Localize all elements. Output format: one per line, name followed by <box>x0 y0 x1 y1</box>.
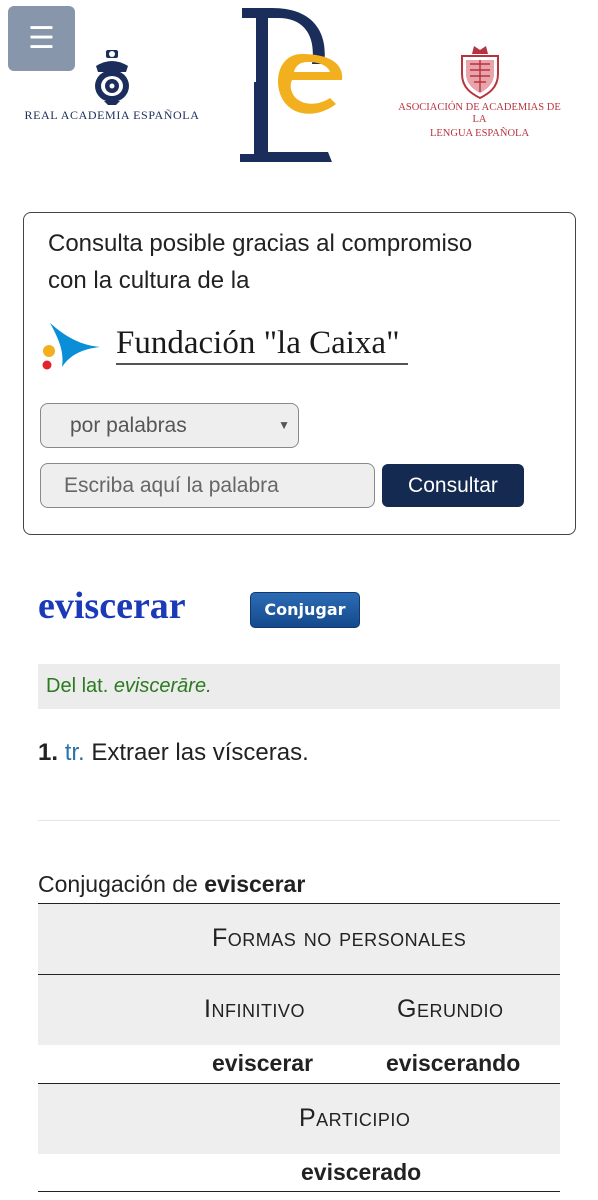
participle-value: eviscerado <box>301 1159 422 1185</box>
conjugar-button[interactable]: Conjugar <box>250 592 360 628</box>
definition-number: 1. <box>38 739 59 766</box>
asale-name-line2: LENGUA ESPAÑOLA <box>429 128 530 139</box>
asale-crest-icon <box>460 46 499 100</box>
inf-ger-header-row: Infinitivo Gerundio <box>38 974 560 1045</box>
etymology-word: eviscerāre. <box>113 675 212 697</box>
grammar-abbreviation[interactable]: tr. <box>65 739 85 766</box>
conjugation-title-prefix: Conjugación de <box>38 871 205 897</box>
rae-logo[interactable]: REAL ACADEMIA ESPAÑOLA <box>22 48 202 123</box>
dle-logo-icon[interactable] <box>232 4 352 164</box>
infinitive-label: Infinitivo <box>204 995 305 1023</box>
entry-headword: eviscerar <box>38 585 186 627</box>
consultar-button[interactable]: Consultar <box>382 464 524 507</box>
caixa-logo-text: Fundación "la Caixa" <box>116 325 400 361</box>
search-mode-value: por palabras <box>70 414 187 437</box>
site-header: ☰ REAL ACADEMIA ESPAÑOLA ASOCIACIÓN DE A… <box>0 0 598 175</box>
gerund-value: eviscerando <box>386 1050 521 1076</box>
sponsor-line-1: Consulta posible gracias al compromiso <box>48 230 473 257</box>
etymology: Del lat. eviscerāre. <box>38 664 560 709</box>
forms-header-row: Formas no personales <box>38 903 560 974</box>
infinitive-value: eviscerar <box>212 1050 314 1076</box>
participle-label: Participio <box>299 1104 411 1132</box>
fundacion-la-caixa-logo[interactable]: Fundación "la Caixa" <box>40 319 420 371</box>
participle-value-row: eviscerado <box>38 1154 560 1192</box>
definition-1: 1. tr. Extraer las vísceras. <box>38 735 309 771</box>
conjugation-title-word: eviscerar <box>204 871 306 897</box>
caixa-underline <box>116 363 408 365</box>
inf-ger-value-row: eviscerar eviscerando <box>38 1045 560 1083</box>
caixa-star-icon <box>42 323 100 370</box>
etymology-prefix: Del lat. <box>46 675 114 697</box>
forms-header: Formas no personales <box>212 924 467 952</box>
asale-logo[interactable]: ASOCIACIÓN DE ACADEMIAS DE LA LENGUA ESP… <box>392 44 567 140</box>
search-input[interactable]: Escriba aquí la palabra <box>40 463 375 508</box>
asale-name-line1: ASOCIACIÓN DE ACADEMIAS DE LA <box>398 102 561 125</box>
search-mode-select[interactable]: por palabras ▼ <box>40 403 299 448</box>
search-input-placeholder: Escriba aquí la palabra <box>64 474 279 497</box>
conjugation-table: Formas no personales Infinitivo Gerundio… <box>38 903 560 1192</box>
search-panel: Consulta posible gracias al compromiso c… <box>23 212 576 535</box>
rae-crest-icon <box>95 50 129 105</box>
section-divider <box>38 820 560 821</box>
participle-header-row: Participio <box>38 1083 560 1154</box>
dropdown-arrow-icon: ▼ <box>278 418 290 432</box>
sponsor-line-2: con la cultura de la <box>48 267 250 294</box>
definition-text: Extraer las vísceras. <box>84 739 309 766</box>
sponsor-message: Consulta posible gracias al compromiso c… <box>48 225 558 299</box>
rae-name: REAL ACADEMIA ESPAÑOLA <box>24 108 200 122</box>
conjugation-title: Conjugación de eviscerar <box>38 868 305 900</box>
gerund-label: Gerundio <box>397 995 504 1023</box>
